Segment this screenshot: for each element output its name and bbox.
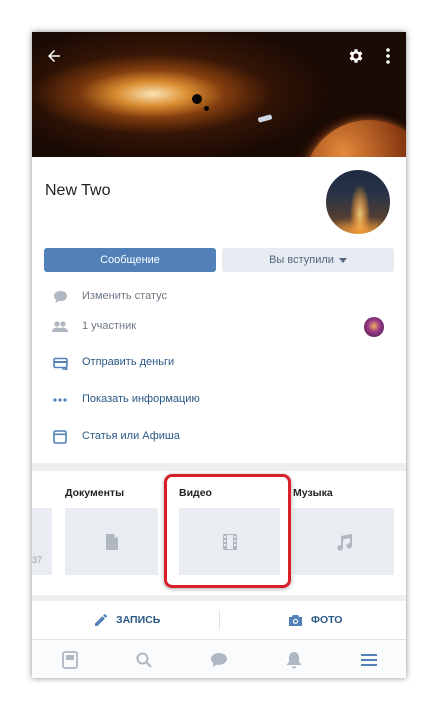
partial-tile-text: 37	[32, 555, 43, 565]
documents-title[interactable]: Документы	[65, 487, 124, 499]
back-arrow-icon[interactable]	[42, 44, 66, 68]
article-icon	[52, 429, 68, 445]
document-icon	[105, 533, 118, 550]
chevron-down-icon	[338, 257, 347, 263]
post-button-label: ЗАПИСЬ	[116, 614, 161, 626]
cover-ship	[257, 114, 273, 123]
dots-horizontal-icon	[52, 392, 68, 408]
video-highlight-frame	[164, 474, 291, 588]
show-info-row[interactable]: Показать информацию	[32, 388, 406, 412]
menu-icon[interactable]	[359, 650, 379, 670]
photo-button[interactable]: ФОТО	[288, 608, 342, 632]
send-money-row[interactable]: Отправить деньги	[32, 351, 406, 375]
members-row-label: 1 участник	[82, 320, 137, 332]
member-avatar[interactable]	[364, 317, 384, 337]
messages-icon[interactable]	[209, 650, 229, 670]
status-row[interactable]: Изменить статус	[32, 285, 406, 309]
section-divider-2	[32, 595, 406, 601]
members-row[interactable]: 1 участник	[32, 315, 406, 339]
bottom-navigation	[32, 639, 406, 678]
status-row-label: Изменить статус	[82, 290, 168, 302]
pencil-icon	[95, 613, 108, 626]
music-title[interactable]: Музыка	[293, 487, 333, 499]
section-divider	[32, 463, 406, 471]
post-button[interactable]: ЗАПИСЬ	[94, 608, 160, 632]
action-divider	[219, 610, 220, 630]
music-tile[interactable]	[293, 508, 394, 575]
more-vertical-icon[interactable]	[376, 44, 400, 68]
news-icon[interactable]	[60, 650, 80, 670]
search-icon[interactable]	[134, 650, 154, 670]
article-row-label: Статья или Афиша	[82, 430, 180, 442]
message-button-label: Сообщение	[100, 254, 160, 266]
article-row[interactable]: Статья или Афиша	[32, 425, 406, 449]
people-icon	[52, 319, 68, 335]
photo-button-label: ФОТО	[311, 614, 343, 626]
community-title: New Two	[45, 182, 111, 199]
documents-tile[interactable]	[65, 508, 158, 575]
send-money-row-label: Отправить деньги	[82, 356, 175, 368]
show-info-row-label: Показать информацию	[82, 393, 200, 405]
cover-moon-small	[204, 106, 209, 111]
cover-planet	[304, 120, 406, 157]
message-button[interactable]: Сообщение	[44, 248, 216, 272]
cover-moon	[192, 94, 202, 104]
comment-icon	[52, 289, 68, 305]
phone-screen: New Two Сообщение Вы вступили Изменить с…	[32, 32, 406, 678]
camera-icon	[289, 614, 302, 626]
joined-button[interactable]: Вы вступили	[222, 248, 394, 272]
music-note-icon	[336, 533, 352, 551]
joined-button-label: Вы вступили	[269, 254, 334, 266]
notifications-icon[interactable]	[284, 650, 304, 670]
gear-icon[interactable]	[344, 44, 368, 68]
community-avatar[interactable]	[324, 168, 392, 236]
card-icon	[52, 355, 68, 371]
community-cover	[32, 32, 406, 157]
